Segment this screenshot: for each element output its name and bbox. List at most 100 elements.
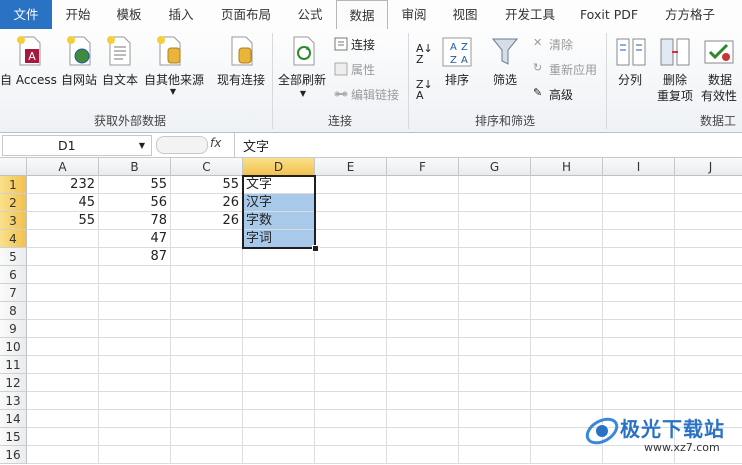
cell-d12[interactable] [243,374,315,392]
sort-desc-icon[interactable]: Z↓ A [416,79,433,101]
tab-file[interactable]: 文件 [0,0,52,29]
tab-home[interactable]: 开始 [56,0,100,29]
cell-g2[interactable] [459,194,531,212]
cell-b9[interactable] [99,320,171,338]
cell-a13[interactable] [27,392,99,410]
cell-f14[interactable] [387,410,459,428]
cell-a3[interactable]: 55 [27,212,99,230]
clear-button[interactable]: 清除 [549,36,573,53]
cell-d14[interactable] [243,410,315,428]
cell-e15[interactable] [315,428,387,446]
cell-g7[interactable] [459,284,531,302]
cell-e9[interactable] [315,320,387,338]
cell-f9[interactable] [387,320,459,338]
tab-view[interactable]: 视图 [443,0,487,29]
row-header-1[interactable]: 1 [0,176,27,194]
cell-c11[interactable] [171,356,243,374]
cell-b5[interactable]: 87 [99,248,171,266]
column-header-j[interactable]: J [675,158,742,176]
cell-e1[interactable] [315,176,387,194]
reapply-button[interactable]: 重新应用 [549,61,597,78]
cell-f10[interactable] [387,338,459,356]
cell-h8[interactable] [531,302,603,320]
cell-g5[interactable] [459,248,531,266]
cell-e13[interactable] [315,392,387,410]
fx-icon[interactable]: fx [210,136,221,150]
cell-a8[interactable] [27,302,99,320]
cell-c7[interactable] [171,284,243,302]
cell-d3[interactable]: 字数 [243,212,315,230]
cell-g16[interactable] [459,446,531,464]
cell-c16[interactable] [171,446,243,464]
cell-c10[interactable] [171,338,243,356]
cell-b4[interactable]: 47 [99,230,171,248]
cell-g15[interactable] [459,428,531,446]
tab-data[interactable]: 数据 [336,0,388,30]
cell-c6[interactable] [171,266,243,284]
cell-i1[interactable] [603,176,675,194]
cell-h2[interactable] [531,194,603,212]
cell-h13[interactable] [531,392,603,410]
cell-f8[interactable] [387,302,459,320]
cell-f4[interactable] [387,230,459,248]
cell-e12[interactable] [315,374,387,392]
cell-a6[interactable] [27,266,99,284]
row-header-6[interactable]: 6 [0,266,27,284]
tab-template[interactable]: 模板 [107,0,151,29]
cell-j3[interactable] [675,212,742,230]
cell-d9[interactable] [243,320,315,338]
cell-b2[interactable]: 56 [99,194,171,212]
cell-a5[interactable] [27,248,99,266]
cell-d4[interactable]: 字词 [243,230,315,248]
cell-j1[interactable] [675,176,742,194]
sort-asc-icon[interactable]: A↓ Z [416,43,433,65]
cell-b6[interactable] [99,266,171,284]
cell-j12[interactable] [675,374,742,392]
cell-j2[interactable] [675,194,742,212]
cell-f11[interactable] [387,356,459,374]
cell-g12[interactable] [459,374,531,392]
tab-review[interactable]: 审阅 [392,0,436,29]
cell-b16[interactable] [99,446,171,464]
cell-f15[interactable] [387,428,459,446]
cell-b12[interactable] [99,374,171,392]
cell-g8[interactable] [459,302,531,320]
cell-h9[interactable] [531,320,603,338]
cell-g6[interactable] [459,266,531,284]
cell-c12[interactable] [171,374,243,392]
cell-i4[interactable] [603,230,675,248]
cell-c13[interactable] [171,392,243,410]
advanced-button[interactable]: 高级 [549,86,573,103]
cell-b8[interactable] [99,302,171,320]
cell-d13[interactable] [243,392,315,410]
existing-connections-button[interactable]: 现有连接 [215,71,267,88]
tab-insert[interactable]: 插入 [159,0,203,29]
properties-button[interactable]: 属性 [351,61,375,78]
cell-j6[interactable] [675,266,742,284]
row-header-14[interactable]: 14 [0,410,27,428]
cell-d2[interactable]: 汉字 [243,194,315,212]
row-header-12[interactable]: 12 [0,374,27,392]
column-header-d[interactable]: D [243,158,315,176]
row-header-5[interactable]: 5 [0,248,27,266]
cell-b1[interactable]: 55 [99,176,171,194]
column-header-g[interactable]: G [459,158,531,176]
cell-j7[interactable] [675,284,742,302]
cell-j4[interactable] [675,230,742,248]
cell-a15[interactable] [27,428,99,446]
cell-h5[interactable] [531,248,603,266]
cell-a16[interactable] [27,446,99,464]
cell-d16[interactable] [243,446,315,464]
name-box[interactable]: D1 ▼ [2,135,152,156]
column-header-c[interactable]: C [171,158,243,176]
cell-j13[interactable] [675,392,742,410]
cell-e3[interactable] [315,212,387,230]
cell-e16[interactable] [315,446,387,464]
cell-d11[interactable] [243,356,315,374]
row-header-7[interactable]: 7 [0,284,27,302]
cell-c2[interactable]: 26 [171,194,243,212]
row-header-16[interactable]: 16 [0,446,27,464]
cell-d7[interactable] [243,284,315,302]
cell-i7[interactable] [603,284,675,302]
formula-input[interactable]: 文字 [243,136,269,155]
